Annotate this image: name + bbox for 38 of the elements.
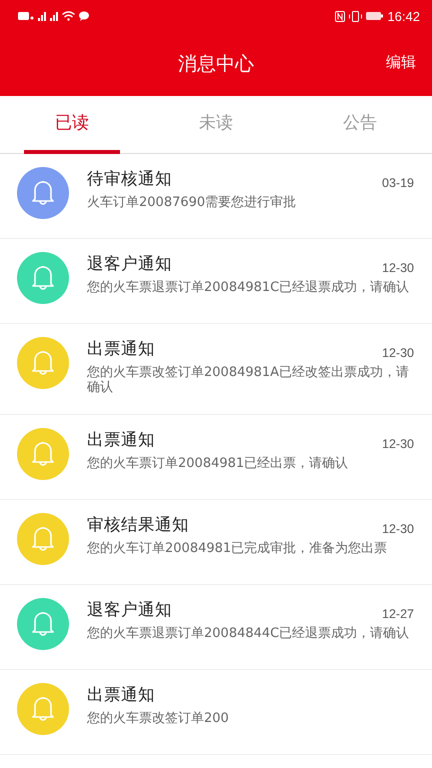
- nfc-icon: [335, 10, 346, 22]
- message-item[interactable]: 出票通知 您的火车票改签订单200: [0, 670, 432, 755]
- message-title: 待审核通知: [87, 168, 172, 190]
- message-text: 您的火车票退票订单20084981C已经退票成功，请确认: [87, 280, 410, 295]
- message-title: 出票通知: [87, 338, 155, 360]
- message-date: 12-30: [382, 522, 414, 536]
- edit-button[interactable]: 编辑: [386, 53, 416, 72]
- message-title: 出票通知: [87, 429, 155, 451]
- page-title: 消息中心: [178, 52, 254, 77]
- message-item[interactable]: 审核结果通知 12-30 您的火车订单20084981已完成审批，准备为您出票: [0, 500, 432, 585]
- signal-icon: [38, 12, 46, 20]
- message-title: 审核结果通知: [87, 514, 189, 536]
- message-date: 12-30: [382, 437, 414, 451]
- message-text: 您的火车票退票订单20084844C已经退票成功，请确认: [87, 626, 410, 641]
- vibrate-icon: [349, 10, 362, 22]
- wifi-icon: [62, 11, 75, 21]
- tab[interactable]: 已读: [0, 96, 144, 153]
- battery-icon: [366, 12, 384, 20]
- message-text: 您的火车订单20084981已完成审批，准备为您出票: [87, 541, 388, 556]
- message-text: 您的火车票订单20084981已经出票，请确认: [87, 456, 350, 471]
- message-date: 12-30: [382, 261, 414, 275]
- message-title: 出票通知: [87, 684, 155, 706]
- message-item[interactable]: 退客户通知 12-30 您的火车票退票订单20084981C已经退票成功，请确认: [0, 239, 432, 324]
- chat-icon: [79, 11, 89, 21]
- signal-icon: [50, 12, 58, 20]
- message-date: 03-19: [382, 176, 414, 190]
- message-item[interactable]: 退客户通知 12-27 您的火车票退票订单20084844C已经退票成功，请确认: [0, 585, 432, 670]
- message-title: 退客户通知: [87, 253, 172, 275]
- status-time: 16:42: [387, 8, 420, 24]
- message-date: 12-30: [382, 346, 414, 360]
- message-title: 退客户通知: [87, 599, 172, 621]
- message-date: 12-27: [382, 607, 414, 621]
- message-item[interactable]: 出票通知 12-30 您的火车票改签订单20084981A已经改签出票成功，请确认: [0, 324, 432, 415]
- message-text: 火车订单20087690需要您进行审批: [87, 195, 298, 210]
- message-text: 您的火车票改签订单200: [87, 711, 230, 726]
- message-text: 您的火车票改签订单20084981A已经改签出票成功，请确认: [87, 365, 410, 395]
- message-item[interactable]: 出票通知 12-30 您的火车票订单20084981已经出票，请确认: [0, 415, 432, 500]
- message-item[interactable]: 待审核通知 03-19 火车订单20087690需要您进行审批: [0, 154, 432, 239]
